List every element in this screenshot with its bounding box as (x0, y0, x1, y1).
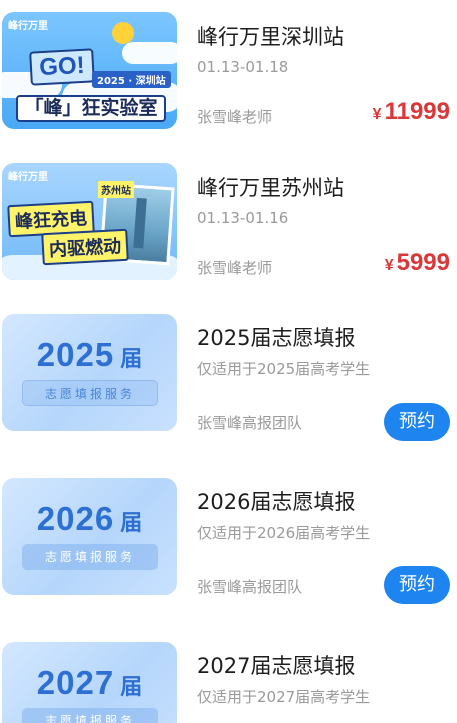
course-thumbnail[interactable]: 2027 届 志愿填报服务 (2, 642, 177, 723)
service-pill: 志愿填报服务 (22, 380, 158, 406)
item-team: 张雪峰高报团队 (197, 578, 303, 596)
item-title[interactable]: 2026届志愿填报 (197, 486, 355, 516)
brand-logo: 峰行万里 (8, 21, 48, 32)
item-title[interactable]: 2025届志愿填报 (197, 322, 355, 352)
year-heading: 2025 届 (36, 336, 143, 373)
list-item[interactable]: 峰行万里 苏州站 峰狂充电 内驱燃动 峰行万里苏州站 01.13-01.16 张… (0, 163, 457, 303)
price-value: 11999 (384, 98, 450, 125)
item-team: 张雪峰高报团队 (197, 414, 303, 432)
sun-icon (112, 22, 134, 44)
course-thumbnail[interactable]: 峰行万里 GO! 2025 · 深圳站 「峰」狂实验室 (2, 12, 177, 129)
thumbnail-banner: 「峰」狂实验室 (16, 95, 166, 122)
course-thumbnail[interactable]: 峰行万里 苏州站 峰狂充电 内驱燃动 (2, 163, 177, 280)
course-thumbnail[interactable]: 2026 届 志愿填报服务 (2, 478, 177, 595)
item-desc: 仅适用于2025届高考学生 (197, 360, 371, 378)
list-item[interactable]: 峰行万里 GO! 2025 · 深圳站 「峰」狂实验室 峰行万里深圳站 01.1… (0, 12, 457, 152)
brand-logo: 峰行万里 (8, 172, 48, 183)
go-badge: GO! (29, 48, 95, 86)
item-dates: 01.13-01.18 (197, 58, 289, 76)
item-title[interactable]: 2027届志愿填报 (197, 650, 355, 680)
thumbnail-banner: 内驱燃动 (41, 228, 129, 266)
item-desc: 仅适用于2026届高考学生 (197, 524, 371, 542)
reserve-button[interactable]: 预约 (384, 566, 450, 604)
service-pill: 志愿填报服务 (22, 708, 158, 723)
item-teacher: 张雪峰老师 (197, 108, 273, 126)
currency-symbol: ¥ (384, 257, 394, 274)
item-title[interactable]: 峰行万里深圳站 (197, 21, 344, 51)
course-thumbnail[interactable]: 2025 届 志愿填报服务 (2, 314, 177, 431)
item-price: ¥11999 (373, 98, 450, 126)
currency-symbol: ¥ (372, 106, 382, 123)
item-price: ¥5999 (385, 249, 450, 277)
item-dates: 01.13-01.16 (197, 209, 289, 227)
year-heading: 2026 届 (36, 500, 143, 537)
item-teacher: 张雪峰老师 (197, 259, 273, 277)
city-tag: 苏州站 (98, 181, 134, 198)
service-pill: 志愿填报服务 (22, 544, 158, 570)
trip-tag: 2025 · 深圳站 (92, 71, 171, 88)
year-heading: 2027 届 (36, 664, 143, 701)
price-value: 5999 (396, 249, 450, 276)
list-item[interactable]: 2025 届 志愿填报服务 2025届志愿填报 仅适用于2025届高考学生 张雪峰… (0, 314, 457, 454)
list-item[interactable]: 2026 届 志愿填报服务 2026届志愿填报 仅适用于2026届高考学生 张雪峰… (0, 478, 457, 618)
item-desc: 仅适用于2027届高考学生 (197, 688, 371, 706)
list-item[interactable]: 2027 届 志愿填报服务 2027届志愿填报 仅适用于2027届高考学生 (0, 642, 457, 723)
item-title[interactable]: 峰行万里苏州站 (197, 172, 344, 202)
reserve-button[interactable]: 预约 (384, 403, 450, 441)
